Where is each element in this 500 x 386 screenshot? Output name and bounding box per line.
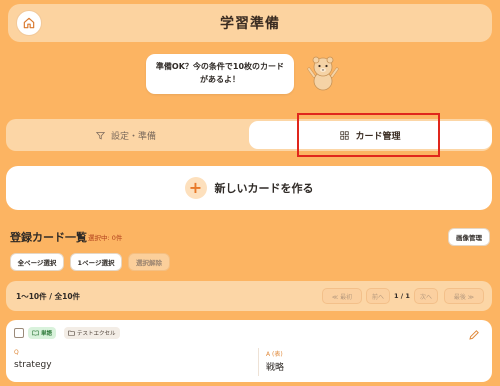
mascot-speech-bubble: 準備OK？今の条件で10枚のカード があるよ！ (146, 54, 294, 94)
card-folder-label: テストエクセル (77, 331, 116, 337)
folder-icon (68, 330, 75, 336)
bubble-tail (284, 80, 292, 92)
book-icon (32, 330, 39, 336)
qa-divider (258, 348, 259, 376)
bubble-line-1: 準備OK？今の条件で10枚のカード (155, 62, 285, 71)
plus-icon: + (184, 177, 207, 199)
tab-setup-label: 設定・準備 (110, 131, 156, 142)
card-type-label: 単語 (41, 331, 53, 337)
header-bar: 学習準備 (8, 4, 492, 42)
answer-text: 戦略 (266, 363, 285, 373)
create-card-label: 新しいカードを作る (214, 182, 314, 195)
home-icon (23, 17, 35, 29)
bubble-line-2: があるよ！ (200, 75, 240, 84)
tab-setup[interactable]: 設定・準備 (6, 119, 246, 151)
bear-mascot-icon (307, 56, 339, 91)
create-card-button[interactable]: + 新しいカードを作る (6, 166, 492, 210)
answer-label: A (表) (266, 351, 283, 358)
page-indicator: 1 / 1 (394, 292, 410, 300)
question-text: strategy (14, 360, 52, 370)
page-title: 学習準備 (220, 16, 280, 32)
result-range: 1〜10件 / 全10件 (16, 292, 81, 301)
funnel-icon (95, 131, 105, 139)
highlight-box (297, 113, 440, 157)
prev-page-button[interactable]: 前へ (366, 288, 390, 304)
card-type-tag: 単語 (28, 327, 57, 339)
select-all-pages-button[interactable]: 全ページ選択 (10, 253, 64, 271)
card-list-title: 登録カード一覧 (10, 231, 87, 244)
selected-count: 選択中: 0件 (88, 234, 123, 242)
last-page-button[interactable]: 最後 ≫ (444, 288, 484, 304)
card-folder-tag: テストエクセル (64, 327, 120, 339)
clear-selection-button[interactable]: 選択解除 (128, 253, 170, 271)
image-management-button[interactable]: 画像管理 (448, 228, 490, 246)
question-label: Q (14, 349, 19, 356)
select-page-button[interactable]: 1ページ選択 (70, 253, 122, 271)
next-page-button[interactable]: 次へ (414, 288, 438, 304)
pencil-icon[interactable] (468, 329, 480, 341)
card-list-item[interactable]: 単語 テストエクセル Q strategy A (表) 戦略 (6, 320, 492, 382)
first-page-button[interactable]: ≪ 最初 (322, 288, 362, 304)
pagination-bar: 1〜10件 / 全10件 ≪ 最初 前へ 1 / 1 次へ 最後 ≫ (6, 281, 492, 311)
learning-prep-screen: 学習準備 準備OK？今の条件で10枚のカード があるよ！ 設定・準備 カード管理… (0, 0, 500, 386)
card-select-checkbox[interactable] (14, 328, 24, 338)
home-button[interactable] (16, 10, 42, 36)
